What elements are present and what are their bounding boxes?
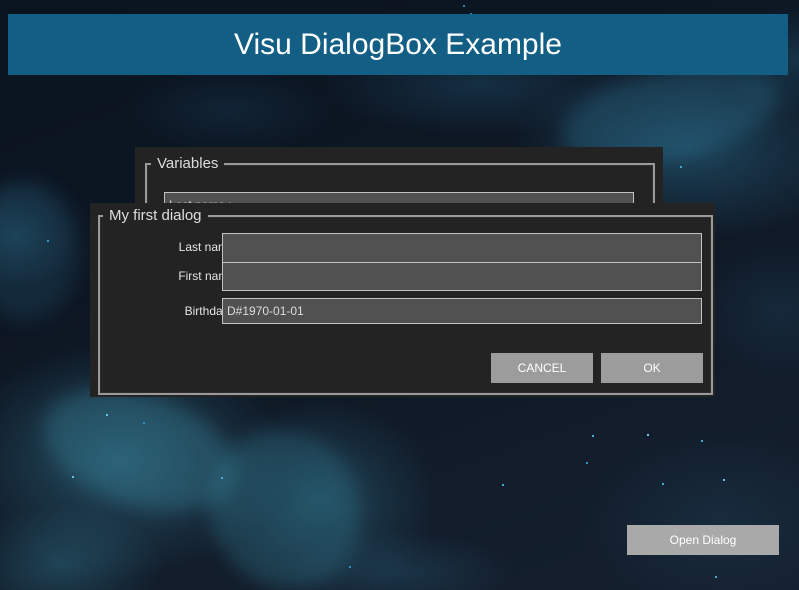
screen: Visu DialogBox Example Variables Last na… [0,0,799,590]
dialog-my-first-dialog: My first dialog Last name : First name :… [90,203,715,397]
variables-group-title: Variables [151,155,224,172]
birthday-input[interactable] [222,298,702,324]
open-dialog-button[interactable]: Open Dialog [627,525,779,555]
ok-button[interactable]: OK [601,353,703,383]
smoke-wisp [183,406,387,590]
smoke-wisp [0,180,80,320]
star-dots [0,0,2,2]
last-name-input[interactable] [222,233,702,263]
cancel-button[interactable]: CANCEL [491,353,593,383]
page-title: Visu DialogBox Example [234,28,562,62]
first-name-input[interactable] [222,262,702,291]
dialog-title: My first dialog [103,207,208,224]
header-bar: Visu DialogBox Example [8,14,788,75]
